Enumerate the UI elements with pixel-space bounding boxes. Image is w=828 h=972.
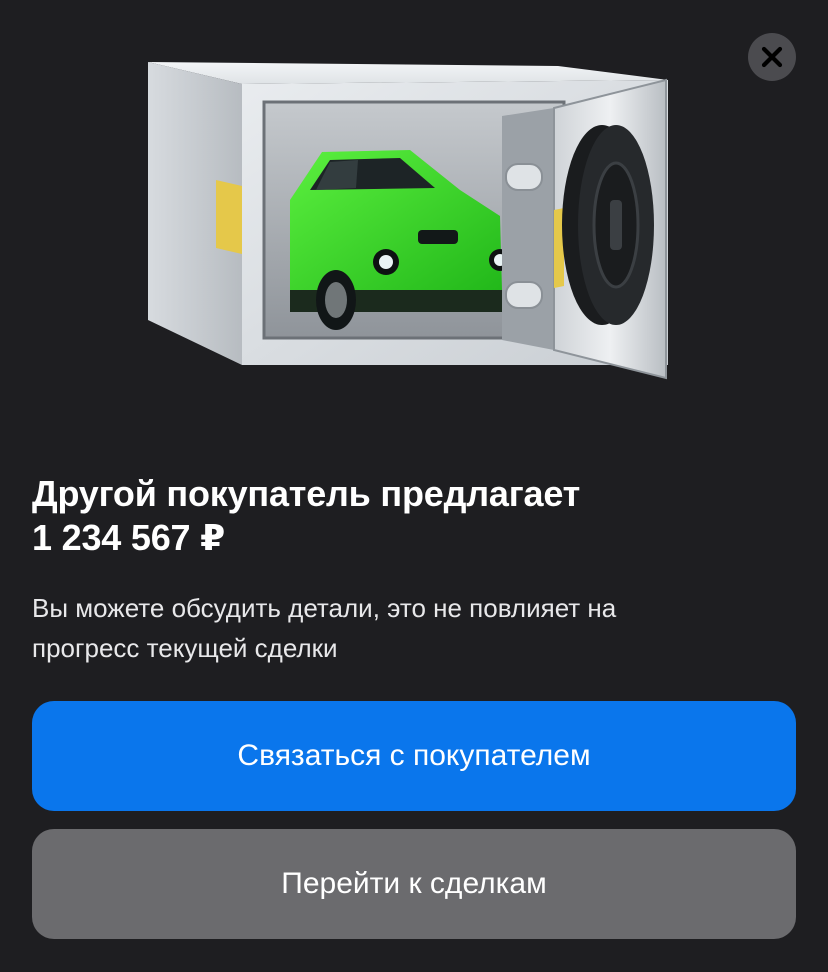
contact-buyer-button[interactable]: Связаться с покупателем <box>32 701 796 811</box>
title-price: 1 234 567 ₽ <box>32 517 226 558</box>
subtitle-line-1: Вы можете обсудить детали, это не повлия… <box>32 593 617 623</box>
title-line-1: Другой покупатель предлагает <box>32 473 581 514</box>
go-to-deals-button-label: Перейти к сделкам <box>281 867 547 900</box>
subtitle-line-2: прогресс текущей сделки <box>32 633 338 663</box>
safe-with-car-illustration <box>148 62 668 380</box>
contact-buyer-button-label: Связаться с покупателем <box>237 739 591 772</box>
bottom-sheet-dialog: Другой покупатель предлагает 1 234 567 ₽… <box>0 0 828 972</box>
close-button[interactable] <box>748 33 796 81</box>
dialog-subtitle: Вы можете обсудить детали, это не повлия… <box>32 588 792 668</box>
close-icon <box>761 46 783 68</box>
go-to-deals-button[interactable]: Перейти к сделкам <box>32 829 796 939</box>
dialog-title: Другой покупатель предлагает 1 234 567 ₽ <box>32 472 792 560</box>
